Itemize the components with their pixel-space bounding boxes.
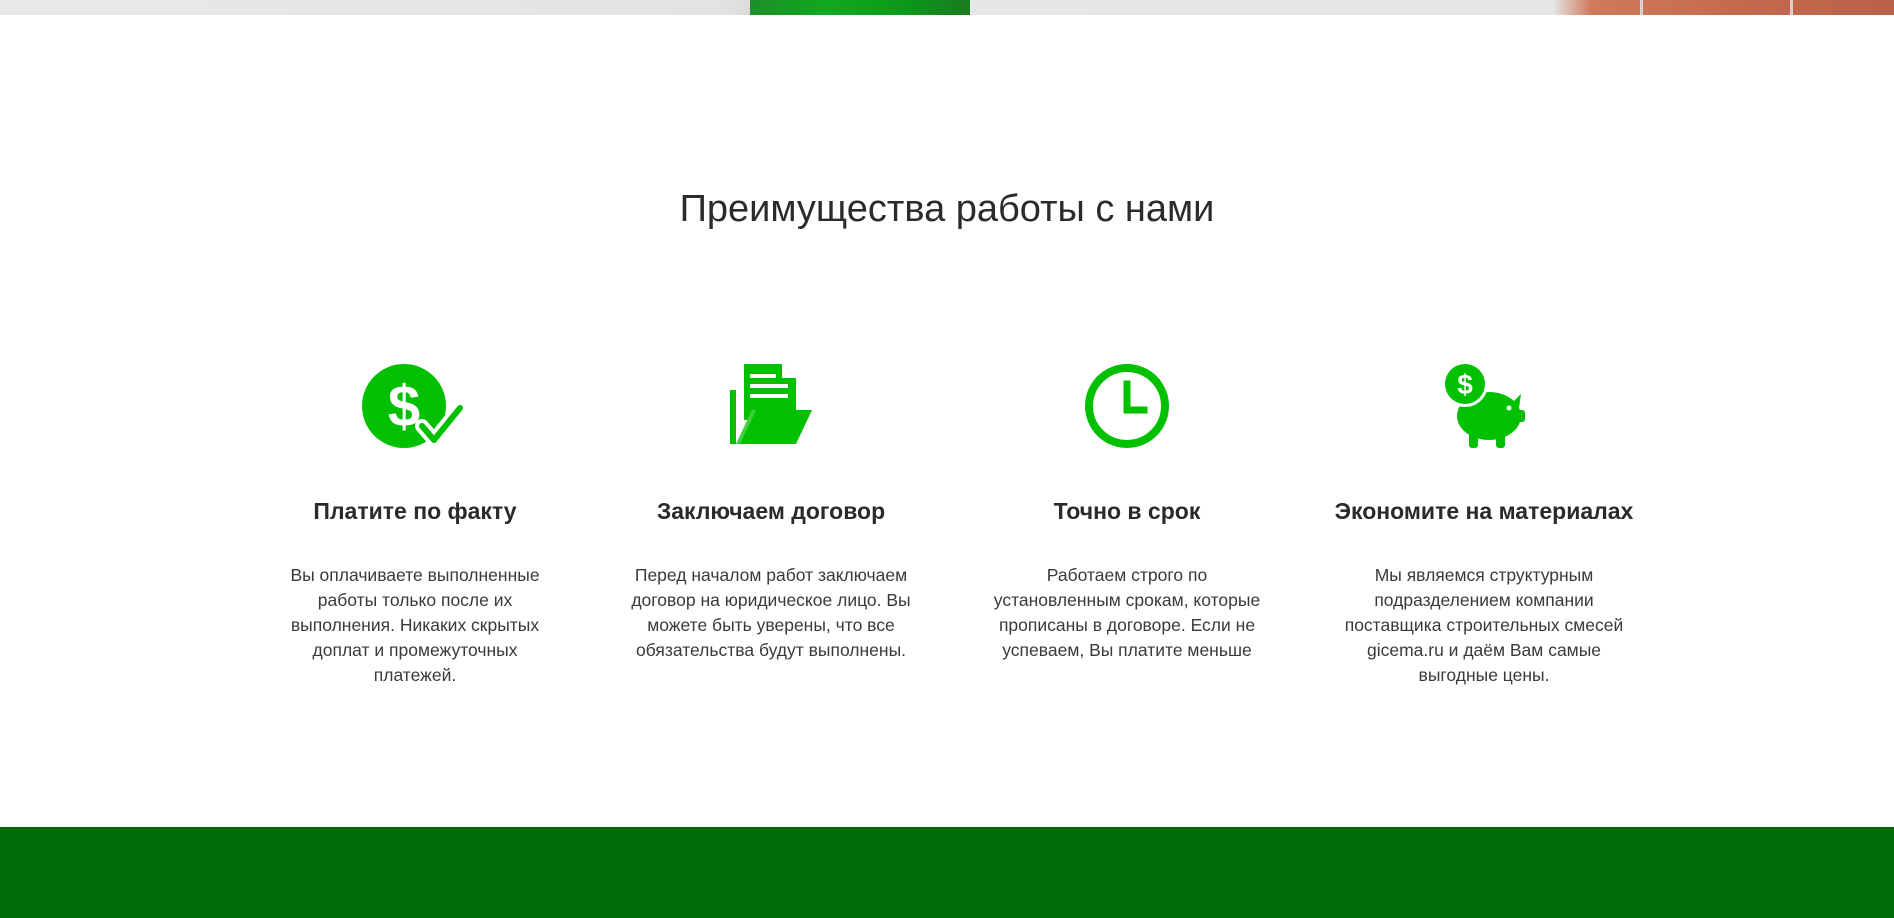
piggy-bank-icon: $ [1442, 361, 1525, 448]
feature-description: Мы являемся структурным подразделением к… [1344, 565, 1624, 685]
feature-card: $ Экономите на материалах Мы являемся ст… [1324, 360, 1644, 685]
document-folder-icon [730, 364, 812, 444]
dollar-check-icon: $ [362, 364, 467, 448]
feature-description: Перед началом работ заключаем договор на… [631, 565, 911, 660]
feature-title: Точно в срок [1053, 498, 1201, 524]
feature-card: Заключаем договор Перед началом работ за… [611, 360, 931, 660]
feature-card: $ Платите по факту Вы оплачиваете выполн… [255, 360, 575, 685]
feature-title: Экономите на материалах [1334, 498, 1634, 524]
feature-description: Работаем строго по установленным срокам,… [993, 565, 1261, 660]
footer-band [0, 827, 1894, 918]
features-list: $ Платите по факту Вы оплачиваете выполн… [0, 0, 1894, 918]
feature-title: Заключаем договор [656, 498, 886, 524]
feature-title: Платите по факту [313, 498, 517, 524]
svg-text:$: $ [388, 374, 420, 439]
clock-icon [1085, 364, 1169, 448]
feature-card: Точно в срок Работаем строго по установл… [967, 360, 1287, 660]
feature-description: Вы оплачиваете выполненные работы только… [290, 565, 540, 685]
svg-text:$: $ [1457, 369, 1473, 400]
